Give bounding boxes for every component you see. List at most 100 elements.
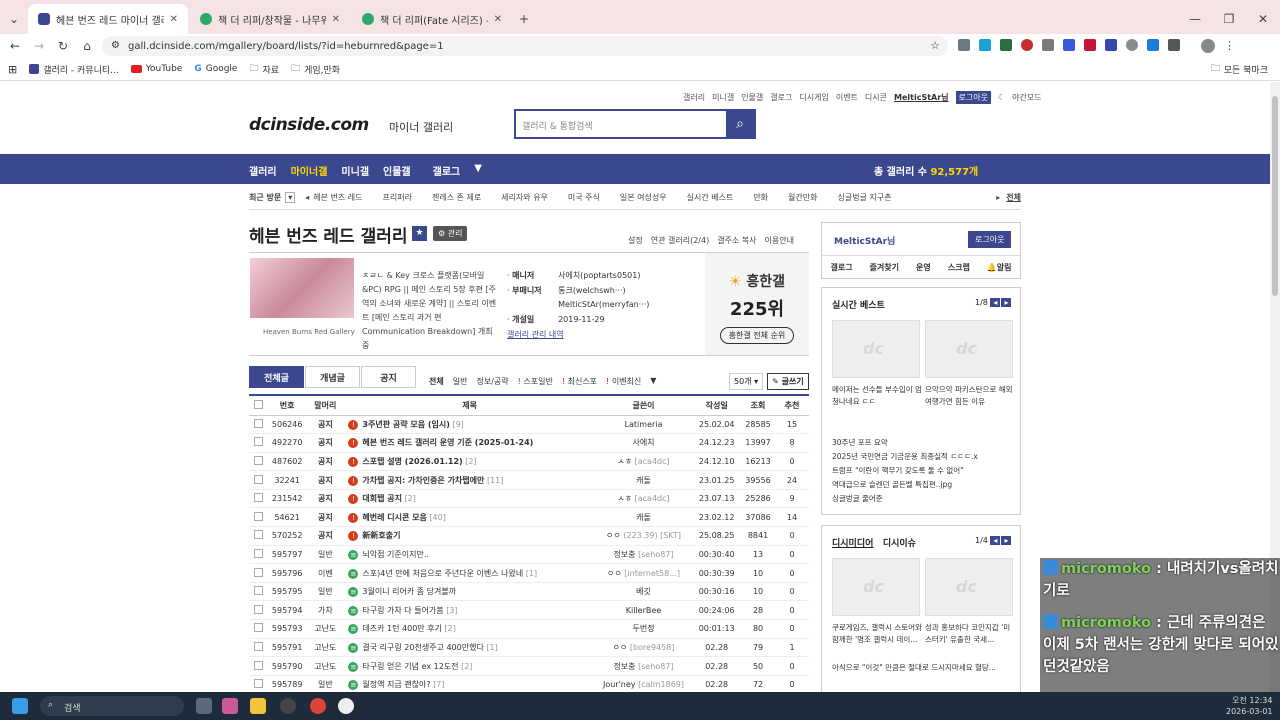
post-writer[interactable]: 베깃	[594, 582, 693, 602]
subtab-normal[interactable]: 일반	[453, 376, 468, 387]
puzzle-icon[interactable]	[1168, 39, 1180, 51]
dropdown-icon[interactable]: ▾	[285, 191, 296, 203]
row-checkbox[interactable]	[249, 600, 269, 621]
app-icon[interactable]	[222, 698, 238, 714]
side-scrap-link[interactable]: 스크랩	[948, 262, 970, 273]
post-title-text[interactable]: 스포)4년 만에 처음으로 주년다운 이벤스 나왔네	[362, 569, 523, 578]
close-icon[interactable]: ✕	[170, 14, 178, 25]
taskbar-clock[interactable]: 오전 12:34 2026-03-01	[1226, 695, 1273, 717]
write-button[interactable]: ✎ 글쓰기	[767, 373, 809, 390]
extension-icon[interactable]	[1084, 39, 1096, 51]
post-writer[interactable]: ㅇㅇ (223.39) [SKT]	[594, 526, 693, 546]
menu-icon[interactable]: ⋮	[1224, 39, 1235, 53]
side-logout-button[interactable]: 로그아웃	[968, 231, 1012, 248]
reload-icon[interactable]: ↻	[51, 35, 75, 57]
post-title[interactable]: ≡ 데즈카 1턴 400만 후기 [2]	[344, 619, 595, 639]
post-title[interactable]: ≡ 뇌악점 기준이지만..	[344, 545, 595, 565]
next-arrow-icon[interactable]: ▸	[996, 193, 1000, 202]
post-title-text[interactable]: 헤번레 디시콘 모음	[362, 513, 426, 522]
post-title[interactable]: ≡ 결국 리구링 20천생주고 400만했다 [1]	[344, 638, 595, 658]
comment-count[interactable]: [2]	[444, 624, 455, 633]
comment-count[interactable]: [2]	[405, 494, 416, 503]
manage-button[interactable]: ⚙ 관리	[433, 226, 468, 241]
post-title-text[interactable]: 데즈카 1턴 400만 후기	[362, 624, 442, 633]
row-checkbox[interactable]	[249, 470, 269, 490]
row-checkbox[interactable]	[249, 582, 269, 602]
post-title-text[interactable]: 결국 리구링 20천생주고 400만했다	[362, 643, 483, 652]
profile-avatar[interactable]	[1201, 39, 1215, 53]
row-checkbox[interactable]	[249, 545, 269, 565]
table-row[interactable]: 595797 일반 ≡ 뇌악점 기준이지만.. 정보충 [seho87] 00:30:4…	[249, 545, 809, 565]
post-title-text[interactable]: 3월이니 리어카 좀 당겨볼까	[362, 587, 456, 596]
minimize-button[interactable]: —	[1178, 8, 1212, 30]
comment-count[interactable]: [7]	[433, 680, 444, 689]
dm-caption[interactable]: 성과 홍보하다 코인지갑 '미스터키' 유출한 국세...	[925, 622, 1015, 646]
side-user-name[interactable]: MelticStAr님	[834, 234, 895, 247]
post-title-text[interactable]: 3주년판 공략 모음 (임시)	[362, 420, 449, 429]
subtab-latest-spoiler[interactable]: ! 최신스포	[562, 376, 597, 387]
table-row[interactable]: 595794 가차 ≡ 타구링 가차 다 들어가봄 [3] KillerBee 00:2…	[249, 600, 809, 621]
recent-all-link[interactable]: 전체	[1006, 192, 1021, 203]
row-checkbox[interactable]	[249, 638, 269, 658]
dark-mode-toggle[interactable]: 야간모드	[1012, 92, 1041, 103]
side-gallog-link[interactable]: 갤로그	[830, 262, 852, 273]
table-row[interactable]: 595790 고난도 ≡ 타구링 얻은 기념 ex 12도전 [2] 정보충 [seho…	[249, 656, 809, 676]
comment-count[interactable]: [40]	[429, 513, 445, 522]
star-icon[interactable]: ★	[412, 226, 427, 241]
gnb-person[interactable]: 인물갤	[383, 163, 411, 178]
recent-item[interactable]: 헤븐 번즈 레드	[313, 192, 362, 203]
subtab-info[interactable]: 정보/공략	[476, 376, 508, 387]
table-row[interactable]: 506246 공지! 3주년판 공략 모음 (임시) [9] Latimeria 25…	[249, 415, 809, 435]
extension-icon[interactable]	[1000, 39, 1012, 51]
extension-icon[interactable]	[979, 39, 991, 51]
prev-arrow-icon[interactable]: ◂	[305, 193, 309, 202]
topnav-event[interactable]: 이벤트	[836, 92, 858, 103]
recent-item[interactable]: 싱글벙글 지구촌	[838, 192, 892, 203]
post-title[interactable]: ! 대회탭 공지 [2]	[344, 489, 595, 509]
topnav-gallog[interactable]: 갤로그	[770, 92, 792, 103]
table-row[interactable]: 492270 공지! 헤븐 번즈 레드 갤러리 운영 기준 (2025-01-24)…	[249, 433, 809, 453]
manage-history-link[interactable]: 갤러리 관리 내역	[507, 329, 564, 340]
table-row[interactable]: 595795 일반 ≡ 3월이니 리어카 좀 당겨볼까 베깃 00:30:16 10 0	[249, 582, 809, 602]
table-row[interactable]: 32241 공지! 가차탭 공지: 가차인증은 가차탭에만 [11] 캐돌 23.01…	[249, 470, 809, 490]
recent-item[interactable]: 만화	[753, 192, 768, 203]
dm-more-item[interactable]: 아식으로 "이것" 만큼은 절대로 드시지마세요 혈당...	[832, 662, 1012, 674]
tab-notice[interactable]: 공지	[361, 366, 416, 388]
recent-item[interactable]: 실시간 베스트	[687, 192, 734, 203]
best-list-item[interactable]: 싱글벙글 줄어준	[832, 492, 978, 506]
gnb-gallog[interactable]: 갤로그	[433, 163, 461, 178]
all-bookmarks[interactable]: 🗀 모든 북마크	[1211, 61, 1268, 77]
rank-all-button[interactable]: 흥한갤 전체 순위	[719, 327, 795, 344]
recent-item[interactable]: 젠레스 존 제로	[432, 192, 481, 203]
table-row[interactable]: 595789 일반 ≡ 월정액 지금 괜찮아? [7] Jour'ney [calm18…	[249, 675, 809, 692]
extension-icon[interactable]	[1126, 39, 1138, 51]
row-checkbox[interactable]	[249, 507, 269, 528]
post-writer[interactable]: ㅅㅎ [aca4dc]	[594, 489, 693, 509]
prev-page-button[interactable]: ◂	[990, 536, 1001, 545]
row-checkbox[interactable]	[249, 619, 269, 639]
topnav-dccon[interactable]: 디시콘	[865, 92, 887, 103]
copy-address-link[interactable]: 갤주소 복사	[717, 235, 756, 246]
extension-icon[interactable]	[1042, 39, 1054, 51]
topnav-mini[interactable]: 미니갤	[712, 92, 734, 103]
bookmark-folder-game[interactable]: 🗀 게임,만화	[291, 61, 340, 77]
url-input[interactable]: ⚙ gall.dcinside.com/mgallery/board/lists…	[102, 36, 948, 56]
post-title-text[interactable]: 타구링 가차 다 들어가봄	[362, 606, 443, 615]
search-input[interactable]: 갤러리 & 통합검색	[516, 111, 726, 137]
table-row[interactable]: 487602 공지! 스포탭 설명 (2026.01.12) [2] ㅅㅎ [aca4…	[249, 452, 809, 472]
home-icon[interactable]: ⌂	[75, 35, 99, 57]
dm-thumbnail[interactable]	[925, 558, 1013, 616]
post-writer[interactable]: 두번정	[594, 619, 693, 639]
app-icon[interactable]	[280, 698, 296, 714]
recent-item[interactable]: 미국 주식	[568, 192, 600, 203]
post-writer[interactable]: 캐돌	[594, 470, 693, 490]
post-title-text[interactable]: 가차탭 공지: 가차인증은 가차탭에만	[362, 476, 484, 485]
apps-grid-icon[interactable]: ⊞	[8, 63, 17, 76]
best-caption[interactable]: 으악으악 파키스탄으로 해외여행가면 힘든 이유	[925, 384, 1015, 408]
chevron-down-icon[interactable]: ▼	[650, 376, 656, 387]
forward-icon[interactable]: →	[27, 35, 51, 57]
chevron-down-icon[interactable]: ▼	[474, 163, 482, 178]
post-writer[interactable]: 정보충 [seho87]	[594, 545, 693, 565]
extension-icon[interactable]	[1021, 39, 1033, 51]
recent-item[interactable]: 세리자와 유우	[501, 192, 548, 203]
